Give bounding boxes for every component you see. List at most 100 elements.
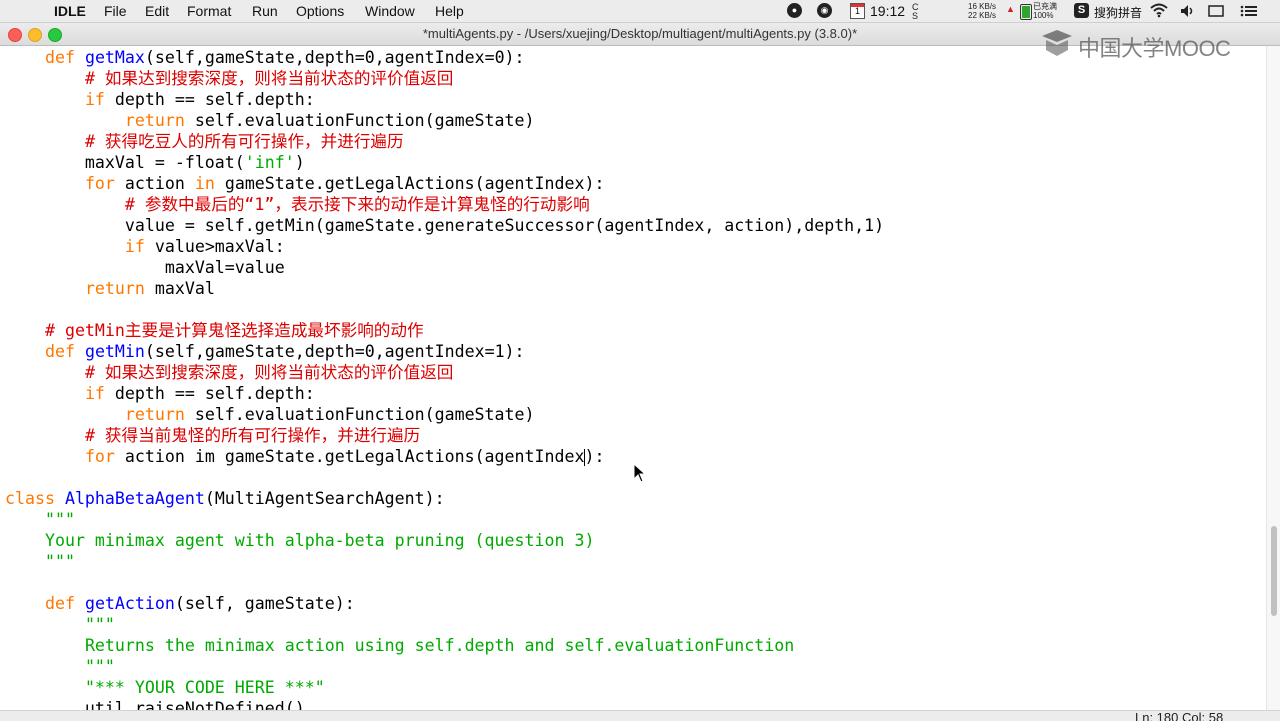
code-line[interactable]: return maxVal xyxy=(5,278,215,299)
string-token: 'inf' xyxy=(244,153,295,172)
menu-options[interactable]: Options xyxy=(296,3,344,19)
menu-format[interactable]: Format xyxy=(187,3,231,19)
code-line[interactable]: # 获得当前鬼怪的所有可行操作，并进行遍历 xyxy=(5,425,420,446)
code-line[interactable]: # 参数中最后的“1”，表示接下来的动作是计算鬼怪的行动影响 xyxy=(5,194,590,215)
video-app-icon[interactable]: ● xyxy=(787,3,802,18)
mouse-pointer-icon xyxy=(633,463,647,483)
sogou-icon[interactable]: S xyxy=(1074,3,1089,18)
code-line[interactable]: """ xyxy=(5,614,115,635)
code-line[interactable]: class AlphaBetaAgent(MultiAgentSearchAge… xyxy=(5,488,445,509)
keyword-token: for xyxy=(84,447,115,466)
menu-help[interactable]: Help xyxy=(435,3,464,19)
volume-icon[interactable] xyxy=(1180,4,1196,18)
code-line[interactable]: for action im gameState.getLegalActions(… xyxy=(5,446,604,467)
battery-percent: 100% xyxy=(1033,11,1054,20)
menu-window[interactable]: Window xyxy=(365,3,415,19)
code-line[interactable]: def getMax(self,gameState,depth=0,agentI… xyxy=(5,47,525,68)
comment-token: # 参数中最后的“1”，表示接下来的动作是计算鬼怪的行动影响 xyxy=(124,195,590,214)
code-line[interactable]: """ xyxy=(5,656,115,677)
string-token: """ xyxy=(44,510,75,529)
code-editor[interactable]: def getMax(self,gameState,depth=0,agentI… xyxy=(0,46,1266,710)
code-token: (self,gameState,depth=0,agentIndex=0): xyxy=(144,48,525,67)
code-line[interactable]: util.raiseNotDefined() xyxy=(5,698,305,710)
calendar-day: 1 xyxy=(854,6,860,16)
code-line[interactable]: for action in gameState.getLegalActions(… xyxy=(5,173,605,194)
code-line[interactable]: """ xyxy=(5,509,75,530)
menu-file[interactable]: File xyxy=(104,3,127,19)
wifi-icon[interactable] xyxy=(1150,3,1168,18)
scroll-thumb[interactable] xyxy=(1271,526,1277,616)
net-arrows-icon: ▲ xyxy=(1006,4,1015,14)
code-token: util.raiseNotDefined() xyxy=(5,699,305,710)
display-icon[interactable] xyxy=(1208,5,1224,17)
code-line[interactable]: return self.evaluationFunction(gameState… xyxy=(5,404,535,425)
battery-icon[interactable] xyxy=(1020,4,1032,20)
code-token: (self, gameState): xyxy=(174,594,355,613)
code-line[interactable]: def getMin(self,gameState,depth=0,agentI… xyxy=(5,341,525,362)
menubar-clock[interactable]: 19:12 xyxy=(870,3,905,19)
comment-token: # 获得吃豆人的所有可行操作，并进行遍历 xyxy=(84,132,404,151)
input-method-label[interactable]: 搜狗拼音 xyxy=(1094,4,1142,21)
string-token: """ xyxy=(84,657,115,676)
code-token: (MultiAgentSearchAgent): xyxy=(204,489,445,508)
code-line[interactable]: # 获得吃豆人的所有可行操作，并进行遍历 xyxy=(5,131,404,152)
app-menu[interactable]: IDLE xyxy=(54,3,86,19)
notification-center-icon[interactable] xyxy=(1240,5,1258,17)
keyword-token: return xyxy=(84,279,145,298)
code-line[interactable]: if value>maxVal: xyxy=(5,236,285,257)
code-token: maxVal=value xyxy=(5,258,285,277)
code-token: depth == self.depth: xyxy=(104,90,315,109)
code-line[interactable]: # 如果达到搜索深度，则将当前状态的评价值返回 xyxy=(5,68,453,89)
menu-edit[interactable]: Edit xyxy=(145,3,169,19)
keyword-token: in xyxy=(194,174,215,193)
menu-run[interactable]: Run xyxy=(252,3,278,19)
cpu-icon: CS xyxy=(912,2,919,21)
keyword-token: if xyxy=(124,237,145,256)
code-line[interactable]: value = self.getMin(gameState.generateSu… xyxy=(5,215,884,236)
vertical-scrollbar[interactable] xyxy=(1266,46,1280,710)
code-line[interactable]: maxVal = -float('inf') xyxy=(5,152,305,173)
code-line[interactable]: Returns the minimax action using self.de… xyxy=(5,635,794,656)
code-line[interactable]: Your minimax agent with alpha-beta pruni… xyxy=(5,530,594,551)
definition-token: getMax xyxy=(84,48,145,67)
code-line[interactable]: "*** YOUR CODE HERE ***" xyxy=(5,677,325,698)
string-token: Your minimax agent with alpha-beta pruni… xyxy=(44,531,595,550)
code-line[interactable]: # 如果达到搜索深度，则将当前状态的评价值返回 xyxy=(5,362,453,383)
comment-token: # 如果达到搜索深度，则将当前状态的评价值返回 xyxy=(84,69,454,88)
code-token: self.evaluationFunction(gameState) xyxy=(184,111,535,130)
calendar-icon[interactable]: 1 xyxy=(850,3,865,19)
code-line[interactable]: if depth == self.depth: xyxy=(5,383,315,404)
record-app-icon[interactable]: ◉ xyxy=(817,3,832,18)
code-line[interactable]: if depth == self.depth: xyxy=(5,89,315,110)
code-line[interactable]: # getMin主要是计算鬼怪选择造成最坏影响的动作 xyxy=(5,320,424,341)
code-token: (self,gameState,depth=0,agentIndex=1): xyxy=(144,342,525,361)
string-token: "*** YOUR CODE HERE ***" xyxy=(84,678,325,697)
code-line[interactable]: """ xyxy=(5,551,75,572)
code-token: action im gameState.getLegalActions(agen… xyxy=(114,447,585,466)
comment-token: # getMin主要是计算鬼怪选择造成最坏影响的动作 xyxy=(44,321,424,340)
battery-status: 已充满 xyxy=(1033,2,1057,11)
code-token: action xyxy=(114,174,195,193)
code-line[interactable]: def getAction(self, gameState): xyxy=(5,593,355,614)
code-token: ): xyxy=(584,447,605,466)
code-line[interactable]: maxVal=value xyxy=(5,257,285,278)
definition-token: AlphaBetaAgent xyxy=(64,489,205,508)
keyword-token: return xyxy=(124,111,185,130)
code-line[interactable]: return self.evaluationFunction(gameState… xyxy=(5,110,535,131)
